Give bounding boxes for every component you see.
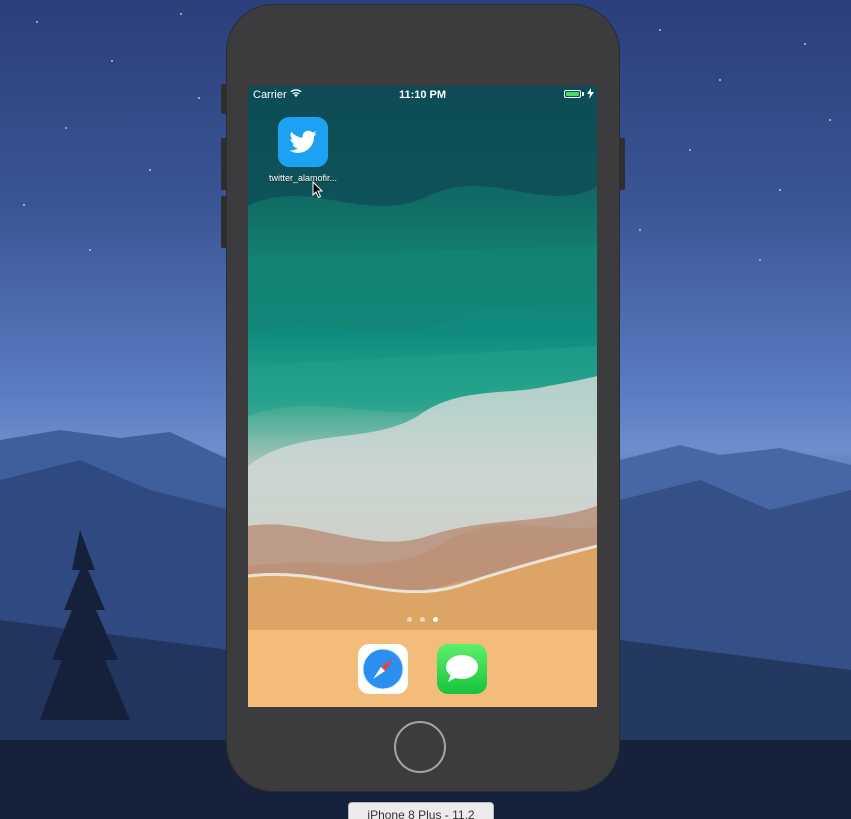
- twitter-bird-icon[interactable]: [278, 117, 328, 167]
- mute-switch: [221, 84, 227, 114]
- battery-nub: [582, 92, 584, 96]
- volume-down-button[interactable]: [221, 196, 227, 248]
- page-dot[interactable]: [407, 617, 412, 622]
- page-dot[interactable]: [420, 617, 425, 622]
- volume-up-button[interactable]: [221, 138, 227, 190]
- app-label: twitter_alamofir...: [268, 173, 338, 183]
- status-time: 11:10 PM: [398, 89, 447, 101]
- battery-icon: [564, 90, 581, 98]
- mouse-pointer-icon: [312, 181, 324, 199]
- simulator-device-label: iPhone 8 Plus - 11.2: [348, 802, 494, 819]
- page-indicator[interactable]: [248, 617, 597, 622]
- home-app-twitter[interactable]: twitter_alamofir...: [266, 117, 340, 199]
- power-button[interactable]: [619, 138, 625, 190]
- dock: [248, 630, 597, 707]
- status-bar: Carrier 11:10 PM: [248, 86, 597, 104]
- page-dot-active[interactable]: [433, 617, 438, 622]
- home-button[interactable]: [394, 721, 446, 773]
- messages-bubble-icon[interactable]: [437, 644, 487, 694]
- safari-compass-icon[interactable]: [358, 644, 408, 694]
- home-screen: Carrier 11:10 PM twitter_alamofir...: [248, 86, 597, 707]
- charging-bolt-icon: [587, 88, 594, 99]
